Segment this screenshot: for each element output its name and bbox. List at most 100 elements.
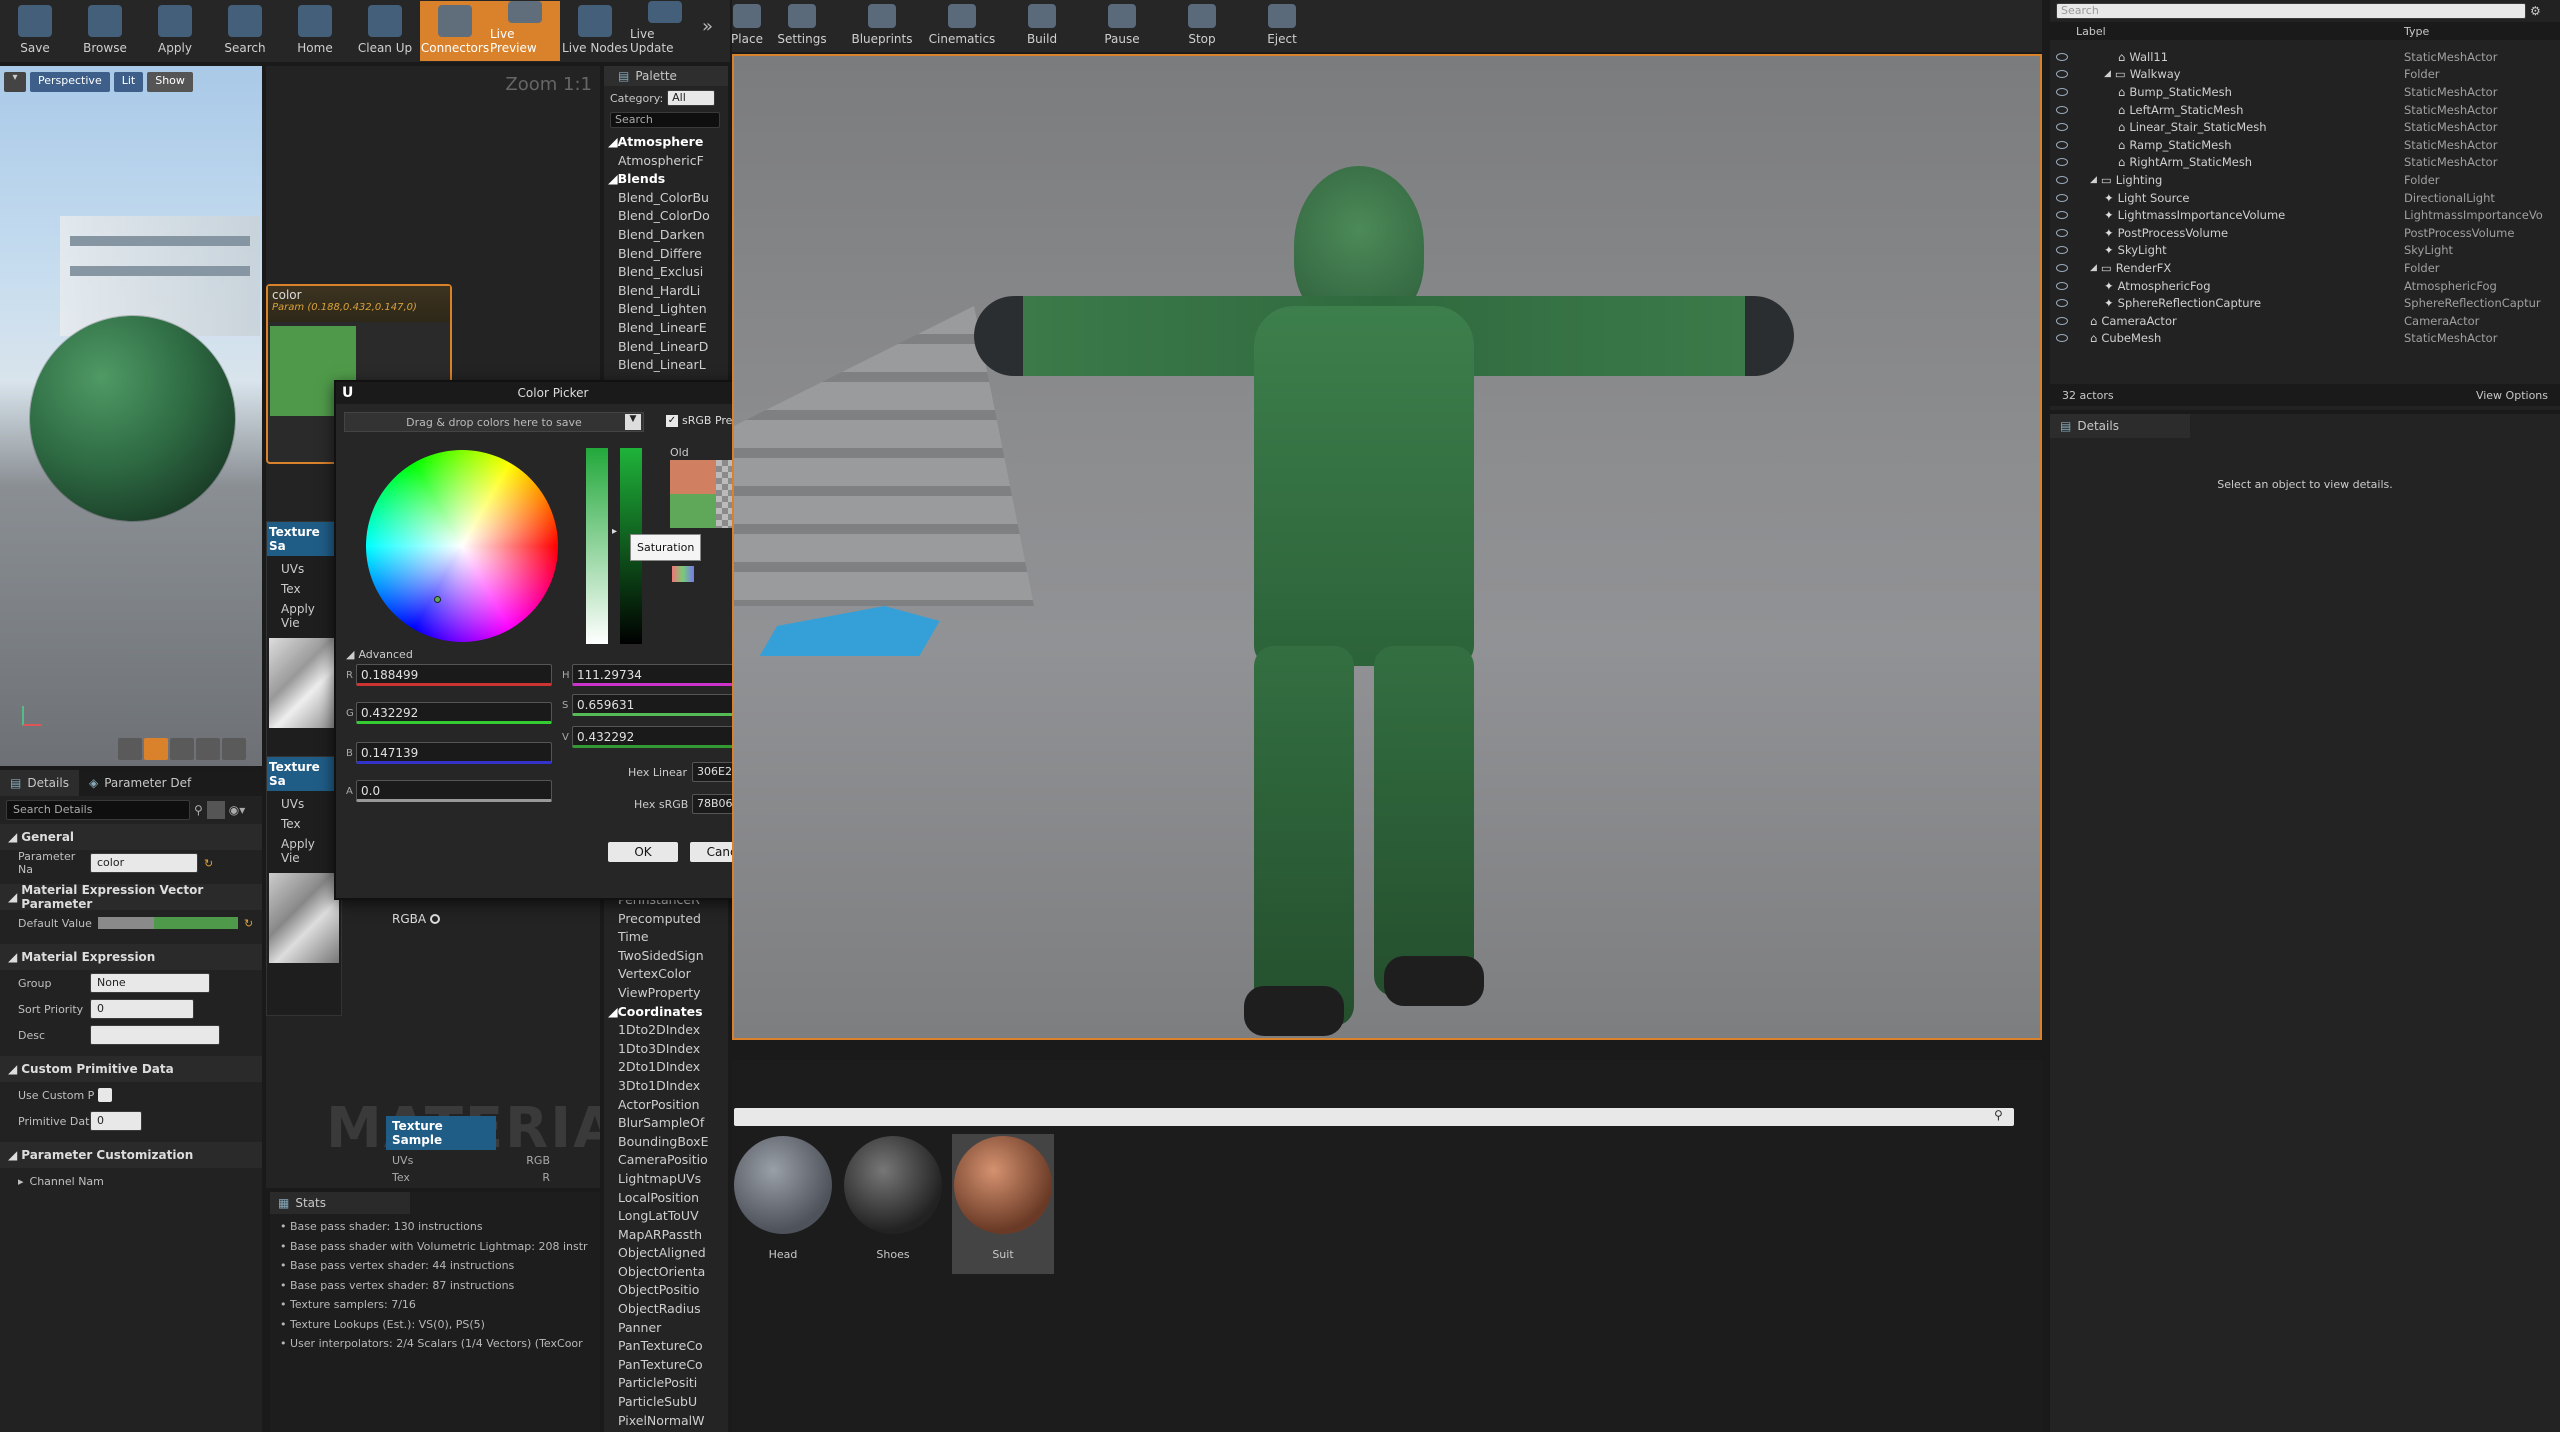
palette-item[interactable]: ParticleSubU bbox=[604, 1394, 728, 1413]
toolbar-save-button[interactable]: Save bbox=[0, 1, 70, 61]
palette-category[interactable]: ◢Blends bbox=[604, 171, 728, 190]
r-value-input[interactable]: 0.188499 bbox=[356, 664, 552, 686]
palette-item[interactable]: Blend_LinearE bbox=[604, 320, 728, 339]
palette-item[interactable]: AtmosphericF bbox=[604, 153, 728, 172]
srgb-preview-checkbox[interactable]: ✓ bbox=[666, 414, 678, 427]
palette-item[interactable]: PixelNormalW bbox=[604, 1413, 728, 1432]
palette-item[interactable]: 3Dto1DIndex bbox=[604, 1078, 728, 1097]
toolbar-clean-up-button[interactable]: Clean Up bbox=[350, 1, 420, 61]
ok-button[interactable]: OK bbox=[608, 842, 678, 862]
outliner-row[interactable]: ⌂ RightArm_StaticMesh StaticMeshActor bbox=[2050, 154, 2560, 172]
preview-plane-icon[interactable] bbox=[170, 738, 194, 760]
visibility-eye-icon[interactable] bbox=[2056, 299, 2068, 308]
palette-item[interactable]: LightmapUVs bbox=[604, 1171, 728, 1190]
palette-item[interactable]: Blend_Exclusi bbox=[604, 264, 728, 283]
palette-item[interactable]: MapARPassth bbox=[604, 1227, 728, 1246]
theme-swatch-icon[interactable] bbox=[672, 566, 694, 582]
texture-sample-node-2[interactable]: Texture Sa UVs Tex Apply Vie bbox=[266, 756, 342, 1016]
view-options-button[interactable]: View Options bbox=[2476, 389, 2548, 402]
level-eject-button[interactable]: Eject bbox=[1242, 0, 1322, 52]
content-search-input[interactable] bbox=[734, 1108, 2014, 1126]
a-value-input[interactable]: 0.0 bbox=[356, 780, 552, 802]
visibility-eye-icon[interactable] bbox=[2056, 70, 2068, 79]
palette-item[interactable]: Blend_LinearL bbox=[604, 357, 728, 376]
outliner-row[interactable]: ✦ AtmosphericFog AtmosphericFog bbox=[2050, 277, 2560, 295]
toolbar-search-button[interactable]: Search bbox=[210, 1, 280, 61]
outliner-row[interactable]: ◢ ▭ Walkway Folder bbox=[2050, 66, 2560, 84]
level-stop-button[interactable]: Stop bbox=[1162, 0, 1242, 52]
visibility-eye-icon[interactable] bbox=[2056, 52, 2068, 61]
palette-category[interactable]: ◢Atmosphere bbox=[604, 134, 728, 153]
desc-input[interactable] bbox=[90, 1025, 220, 1045]
outliner-row[interactable]: ✦ SphereReflectionCapture SphereReflection… bbox=[2050, 294, 2560, 312]
section-general[interactable]: ◢ General bbox=[0, 824, 262, 850]
palette-item[interactable]: VertexColor bbox=[604, 966, 728, 985]
preview-sphere-icon[interactable] bbox=[144, 738, 168, 760]
palette-item[interactable]: Precomputed bbox=[604, 911, 728, 930]
palette-item[interactable]: ActorPosition bbox=[604, 1097, 728, 1116]
outliner-row[interactable]: ⌂ LeftArm_StaticMesh StaticMeshActor bbox=[2050, 101, 2560, 119]
swatch-bar[interactable]: Drag & drop colors here to save ▼ bbox=[344, 412, 644, 432]
category-dropdown[interactable]: All bbox=[667, 90, 716, 106]
toolbar-live-update-button[interactable]: Live Update bbox=[630, 1, 700, 61]
visibility-eye-icon[interactable] bbox=[2056, 316, 2068, 325]
palette-item[interactable]: TwoSidedSign bbox=[604, 948, 728, 967]
b-value-input[interactable]: 0.147139 bbox=[356, 742, 552, 764]
palette-item[interactable]: 1Dto3DIndex bbox=[604, 1041, 728, 1060]
wheel-cursor[interactable] bbox=[434, 596, 441, 603]
section-custom-primitive-data[interactable]: ◢ Custom Primitive Data bbox=[0, 1056, 262, 1082]
tab-details-right[interactable]: Details bbox=[2077, 419, 2119, 433]
reset-arrow-icon[interactable]: ↻ bbox=[244, 917, 253, 930]
param-name-input[interactable]: color bbox=[90, 853, 198, 873]
section-vector-parameter[interactable]: ◢ Material Expression Vector Parameter bbox=[0, 883, 262, 911]
palette-item[interactable]: Blend_Darken bbox=[604, 227, 728, 246]
palette-search-input[interactable]: Search bbox=[610, 112, 720, 128]
outliner-row[interactable]: ⌂ CameraActor CameraActor bbox=[2050, 312, 2560, 330]
section-material-expression[interactable]: ◢ Material Expression bbox=[0, 944, 262, 970]
section-parameter-customization[interactable]: ◢ Parameter Customization bbox=[0, 1142, 262, 1168]
tab-details[interactable]: ▤ Details bbox=[0, 770, 79, 796]
level-settings-button[interactable]: Settings bbox=[762, 0, 842, 52]
color-wheel[interactable] bbox=[366, 450, 558, 642]
palette-item[interactable]: 1Dto2DIndex bbox=[604, 1022, 728, 1041]
palette-item[interactable]: ViewProperty bbox=[604, 985, 728, 1004]
toolbar-apply-button[interactable]: Apply bbox=[140, 1, 210, 61]
sort-priority-input[interactable]: 0 bbox=[90, 999, 194, 1019]
palette-item[interactable]: Blend_Lighten bbox=[604, 301, 728, 320]
toolbar-live-preview-button[interactable]: Live Preview bbox=[490, 1, 560, 61]
palette-category[interactable]: ◢Coordinates bbox=[604, 1004, 728, 1023]
column-type-header[interactable]: Type bbox=[2404, 25, 2429, 38]
level-cinematics-button[interactable]: Cinematics bbox=[922, 0, 1002, 52]
palette-item[interactable]: PanTextureCo bbox=[604, 1357, 728, 1376]
tab-palette[interactable]: Palette bbox=[635, 69, 677, 83]
outliner-row[interactable]: ◢ ▭ Lighting Folder bbox=[2050, 171, 2560, 189]
visibility-eye-icon[interactable] bbox=[2056, 158, 2068, 167]
asset-shoes[interactable]: Shoes bbox=[842, 1134, 944, 1274]
lit-button[interactable]: Lit bbox=[113, 72, 144, 92]
visibility-eye-icon[interactable] bbox=[2056, 211, 2068, 220]
outliner-row[interactable]: ◢ ▭ RenderFX Folder bbox=[2050, 259, 2560, 277]
toolbar-home-button[interactable]: Home bbox=[280, 1, 350, 61]
advanced-toggle[interactable]: Advanced bbox=[358, 648, 412, 661]
palette-item[interactable]: CameraPositio bbox=[604, 1152, 728, 1171]
texture-sample-node-3[interactable]: Texture Sample UVs RGB Tex R bbox=[386, 1116, 556, 1186]
column-label-header[interactable]: Label bbox=[2076, 25, 2106, 38]
palette-item[interactable]: PanTextureCo bbox=[604, 1338, 728, 1357]
level-blueprints-button[interactable]: Blueprints bbox=[842, 0, 922, 52]
toolbar-browse-button[interactable]: Browse bbox=[70, 1, 140, 61]
asset-suit[interactable]: Suit bbox=[952, 1134, 1054, 1274]
visibility-eye-icon[interactable] bbox=[2056, 228, 2068, 237]
outliner-row[interactable]: ⌂ Linear_Stair_StaticMesh StaticMeshActor bbox=[2050, 118, 2560, 136]
eye-options-icon[interactable]: ◉▾ bbox=[229, 803, 246, 817]
stats-tab[interactable]: Stats bbox=[295, 1196, 326, 1210]
perspective-button[interactable]: Perspective bbox=[30, 72, 110, 92]
visibility-eye-icon[interactable] bbox=[2056, 193, 2068, 202]
preview-cube-icon[interactable] bbox=[196, 738, 220, 760]
tab-parameter-defaults[interactable]: ◈ Parameter Def bbox=[79, 770, 201, 796]
viewport-menu-icon[interactable]: ▾ bbox=[4, 72, 26, 92]
palette-item[interactable]: ObjectOrienta bbox=[604, 1264, 728, 1283]
chevron-down-icon[interactable]: ▼ bbox=[625, 414, 641, 430]
show-button[interactable]: Show bbox=[147, 72, 193, 92]
palette-item[interactable]: 2Dto1DIndex bbox=[604, 1059, 728, 1078]
level-place-button[interactable]: Place bbox=[731, 0, 763, 52]
